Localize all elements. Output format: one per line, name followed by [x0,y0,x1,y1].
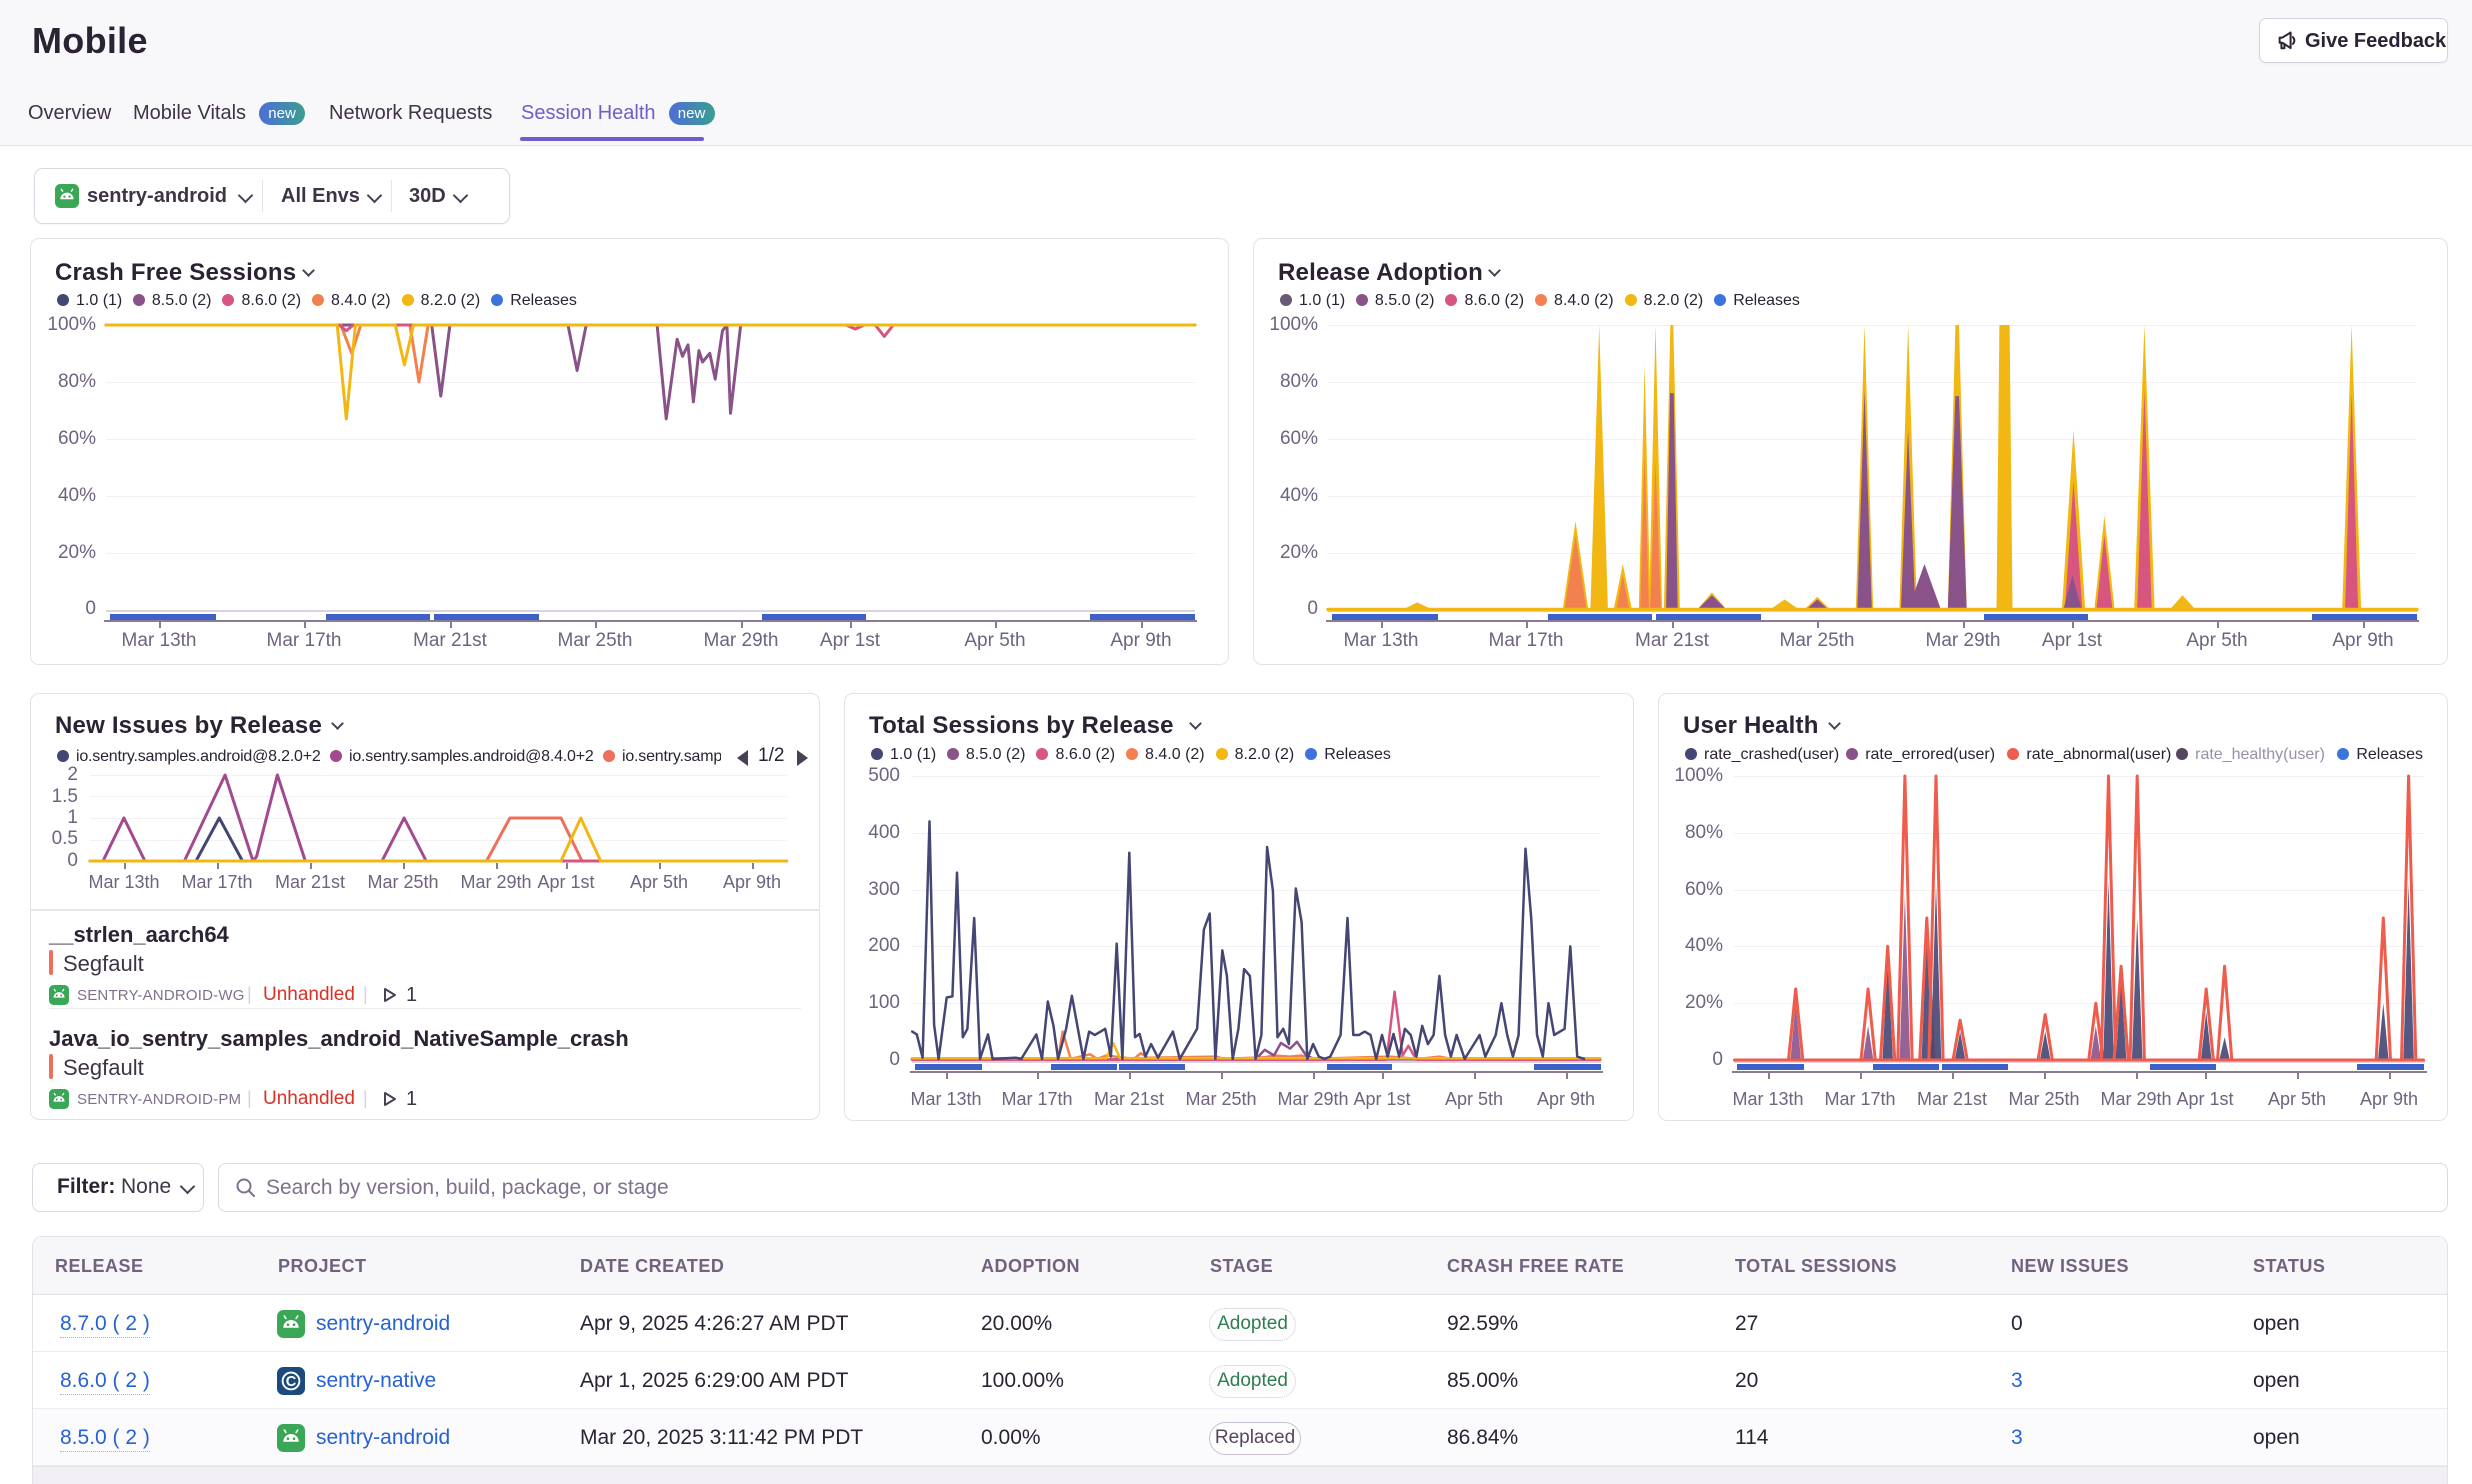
svg-text:C: C [286,1374,297,1390]
